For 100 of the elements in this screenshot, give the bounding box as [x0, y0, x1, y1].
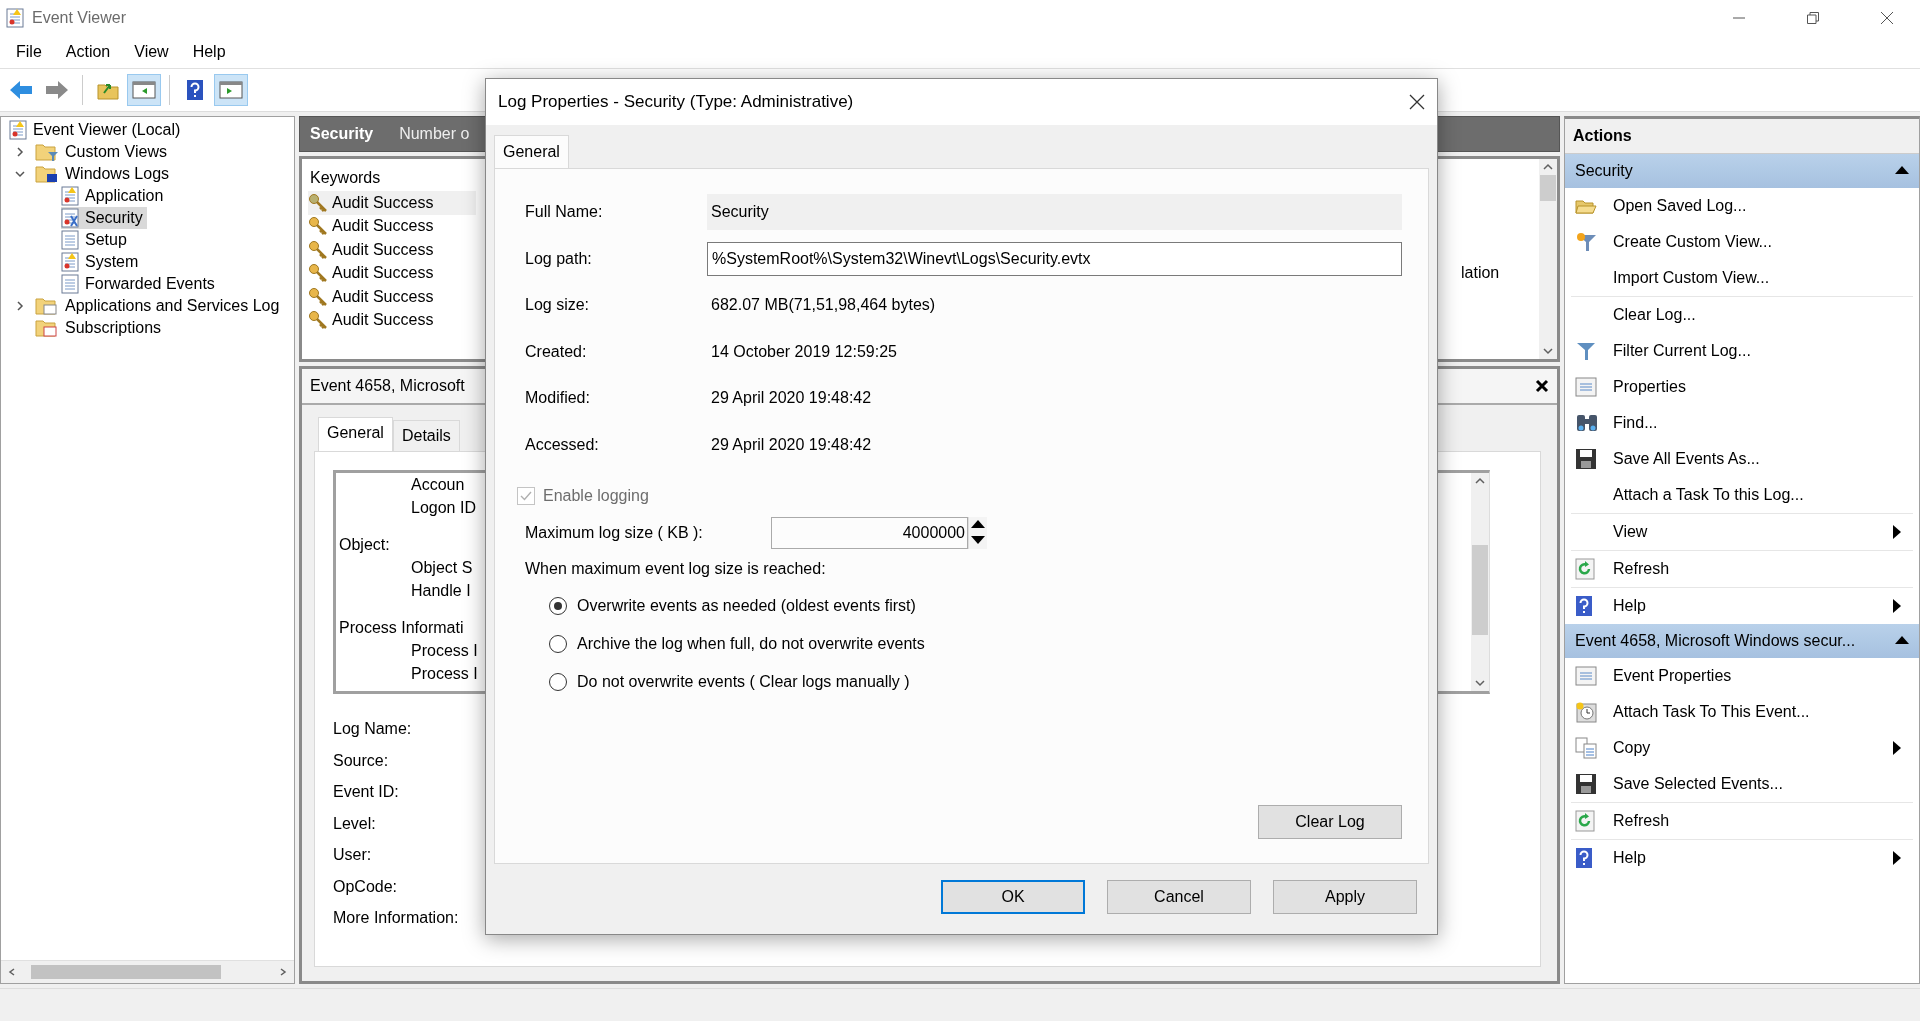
command-item[interactable]: Find...	[1571, 405, 1913, 441]
command-item[interactable]: Clear Log...	[1571, 297, 1913, 333]
section-header[interactable]: Event 4658, Microsoft Windows secur...	[1565, 624, 1919, 658]
event-row[interactable]: Audit Success	[308, 261, 476, 285]
command-item[interactable]: Help	[1571, 840, 1913, 876]
vertical-scrollbar[interactable]	[1539, 159, 1557, 359]
spin-down-button[interactable]	[969, 533, 987, 549]
event-row[interactable]: Audit Success	[308, 308, 476, 332]
field-label: OpCode:	[333, 877, 398, 897]
collapse-chevron-icon[interactable]	[14, 168, 26, 180]
number-input[interactable]: 4000000	[771, 517, 968, 549]
tree-item[interactable]: Setup	[61, 229, 131, 251]
close-icon[interactable]	[1535, 379, 1549, 393]
field-label: Event ID:	[333, 783, 399, 802]
radio-button[interactable]	[549, 673, 567, 691]
tree-item[interactable]: Applications and Services Log	[35, 295, 284, 317]
dialog-button[interactable]: Apply	[1273, 880, 1417, 914]
spin-up-button[interactable]	[969, 517, 987, 533]
tree-item[interactable]: Security	[61, 207, 147, 229]
command-item[interactable]: Help	[1571, 588, 1913, 624]
clear-log-button[interactable]: Clear Log	[1258, 805, 1402, 839]
tree-item[interactable]: Application	[61, 185, 168, 207]
scrollbar-thumb[interactable]	[1472, 545, 1488, 635]
section-header[interactable]: Security	[1565, 154, 1919, 188]
funnel-star-icon	[1575, 231, 1597, 253]
field-label: Log path:	[525, 249, 593, 268]
expand-chevron-icon[interactable]	[14, 146, 26, 158]
command-item[interactable]: Properties	[1571, 369, 1913, 405]
command-item[interactable]: Refresh	[1571, 803, 1913, 839]
field-label: User:	[333, 846, 372, 865]
event-row[interactable]: Audit Success	[308, 285, 476, 309]
toolbar-button[interactable]	[127, 74, 161, 106]
log-icon	[61, 230, 79, 250]
minimize-icon	[1733, 17, 1745, 19]
description-line: Logon ID	[410, 498, 476, 518]
command-item[interactable]: Open Saved Log...	[1571, 188, 1913, 224]
menu-item[interactable]: File	[4, 39, 54, 65]
scrollbar-thumb[interactable]	[31, 965, 221, 979]
description-line: Handle I	[410, 581, 471, 601]
field-label: More Information:	[333, 909, 459, 928]
radio-button[interactable]	[549, 635, 567, 653]
radio-button[interactable]	[549, 597, 567, 615]
read-only-field: Security	[707, 194, 1402, 231]
tab[interactable]: General	[318, 417, 393, 451]
vertical-scrollbar[interactable]	[1471, 473, 1489, 691]
key-icon	[308, 263, 328, 284]
menu-item[interactable]: Help	[180, 39, 238, 65]
tree-item[interactable]: Event Viewer (Local)	[9, 119, 185, 141]
tree-item[interactable]: Windows Logs	[35, 163, 174, 185]
binoculars-icon	[1575, 413, 1599, 433]
tab[interactable]: Details	[392, 420, 460, 451]
event-row[interactable]: Audit Success	[308, 238, 476, 262]
log-icon	[61, 252, 79, 272]
refresh-icon	[1575, 558, 1595, 580]
expand-chevron-icon[interactable]	[14, 300, 26, 312]
field-value: 682.07 MB(71,51,98,464 bytes)	[710, 296, 936, 315]
security-log-icon	[61, 208, 79, 228]
tree-item[interactable]: System	[61, 251, 143, 273]
close-icon[interactable]	[1409, 94, 1425, 110]
menu-item[interactable]: Action	[53, 39, 123, 65]
radio-label: Do not overwrite events ( Clear logs manually )	[577, 673, 910, 691]
close-icon	[1880, 11, 1894, 25]
show-tree-pane-icon	[132, 80, 156, 100]
column-header[interactable]: Keywords	[308, 165, 476, 191]
tree-item[interactable]: Custom Views	[35, 141, 171, 163]
scroll-up-icon	[1543, 163, 1553, 171]
command-item[interactable]: Import Custom View...	[1571, 260, 1913, 296]
command-item[interactable]: Create Custom View...	[1571, 224, 1913, 260]
tree-item[interactable]: Subscriptions	[35, 317, 166, 339]
scrollbar-thumb[interactable]	[1540, 175, 1556, 201]
command-item[interactable]: Event Properties	[1571, 658, 1913, 694]
command-item[interactable]: Save Selected Events...	[1571, 766, 1913, 802]
dialog-button[interactable]: Cancel	[1107, 880, 1251, 914]
header-text: Number o	[399, 125, 470, 143]
subscriptions-folder-icon	[35, 318, 59, 338]
table-cell-text: lation	[1461, 263, 1501, 284]
window-title: Event Viewer	[32, 9, 127, 27]
description-line: Process Informati	[339, 618, 464, 638]
command-item[interactable]: Filter Current Log...	[1571, 333, 1913, 369]
horizontal-scrollbar[interactable]	[1, 960, 294, 983]
command-item[interactable]: Refresh	[1571, 551, 1913, 587]
event-row[interactable]: Audit Success	[308, 191, 476, 215]
description-line: Process I	[410, 641, 478, 661]
event-row[interactable]: Audit Success	[308, 214, 476, 238]
key-icon	[308, 310, 328, 331]
command-item[interactable]: View	[1571, 514, 1913, 550]
description-line: Object S	[410, 558, 473, 578]
filter-folder-icon	[35, 142, 59, 162]
tree-item[interactable]: Forwarded Events	[61, 273, 219, 295]
command-item[interactable]: Copy	[1571, 730, 1913, 766]
tab[interactable]: General	[494, 135, 569, 168]
command-item[interactable]: Attach Task To This Event...	[1571, 694, 1913, 730]
command-item[interactable]: Attach a Task To this Log...	[1571, 477, 1913, 513]
dialog-button[interactable]: OK	[941, 880, 1085, 914]
log-icon	[61, 274, 79, 294]
input-field[interactable]: %SystemRoot%\System32\Winevt\Logs\Security.evtx	[707, 241, 1402, 276]
toolbar-button[interactable]	[214, 74, 248, 106]
command-item[interactable]: Save All Events As...	[1571, 441, 1913, 477]
log-icon	[61, 186, 79, 206]
menu-item[interactable]: View	[122, 39, 181, 65]
